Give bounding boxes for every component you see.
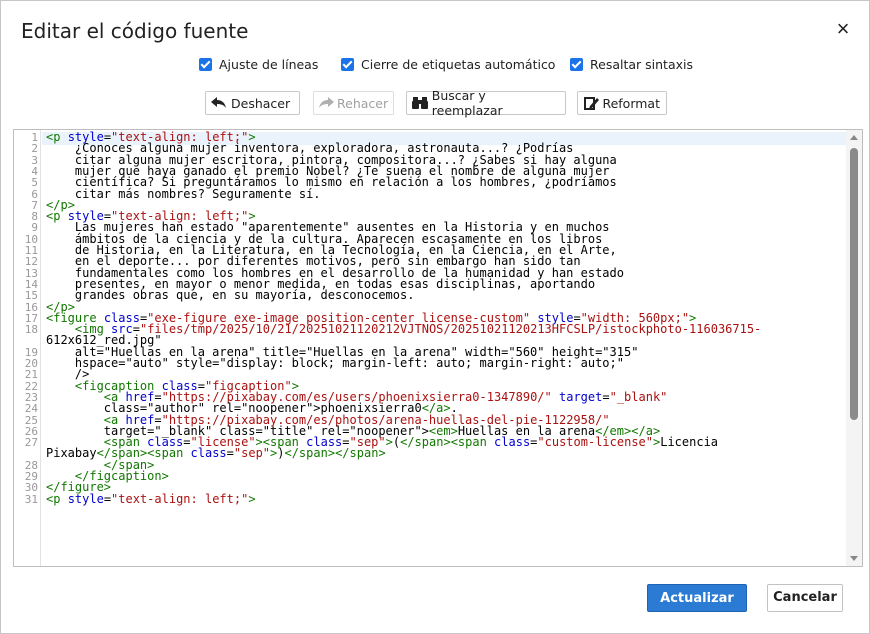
undo-icon	[210, 95, 228, 111]
line-number: 18	[24, 323, 38, 337]
vertical-scrollbar[interactable]	[846, 130, 862, 566]
option-label: Ajuste de líneas	[219, 57, 319, 72]
line-number: 12	[24, 255, 38, 269]
line-number: 2	[31, 142, 38, 156]
close-icon[interactable]: ×	[833, 18, 853, 40]
reformat-button[interactable]: Reformat	[577, 91, 667, 115]
code-line[interactable]: citar más nombres? Seguramente sí.	[46, 187, 321, 200]
line-number: 9	[31, 221, 38, 235]
redo-label: Rehacer	[337, 95, 389, 111]
line-number: 21	[24, 368, 38, 382]
line-number: 27	[24, 436, 38, 450]
update-button[interactable]: Actualizar	[647, 584, 747, 612]
dialog-title: Editar el código fuente	[21, 19, 249, 43]
cancel-button[interactable]: Cancelar	[767, 584, 843, 612]
code-line[interactable]: hspace="auto" style="display: block; mar…	[46, 357, 624, 369]
line-number: 5	[31, 176, 38, 190]
option-syntax-highlight[interactable]: Resaltar sintaxis	[570, 57, 693, 72]
checkbox-icon[interactable]	[341, 58, 354, 71]
search-replace-button[interactable]: Buscar y reemplazar	[406, 88, 566, 118]
source-code-dialog: Editar el código fuente × Ajuste de líne…	[0, 0, 870, 634]
option-line-wrap[interactable]: Ajuste de líneas	[199, 57, 318, 72]
search-label: Buscar y reemplazar	[431, 88, 503, 118]
undo-button[interactable]: Deshacer	[205, 91, 300, 115]
option-label: Resaltar sintaxis	[590, 57, 693, 72]
redo-icon	[318, 95, 334, 111]
scroll-up-icon[interactable]	[850, 135, 858, 140]
scrollbar-thumb[interactable]	[850, 148, 858, 420]
options-bar: Ajuste de líneas Cierre de etiquetas aut…	[1, 57, 870, 75]
scroll-down-icon[interactable]	[850, 556, 858, 561]
editor-toolbar: Deshacer Rehacer Buscar y reemplazar Ref…	[1, 88, 870, 118]
code-line[interactable]: grandes obras que, en su mayoría, descon…	[46, 289, 415, 301]
binoculars-icon	[411, 95, 429, 111]
redo-button[interactable]: Rehacer	[313, 91, 394, 115]
option-label: Cierre de etiquetas automático	[361, 57, 556, 72]
code-editor[interactable]: 1 <p style="text-align: left;"> 2 ¿Conoces…	[13, 129, 863, 567]
edit-document-icon	[582, 95, 599, 111]
reformat-label: Reformat	[602, 95, 660, 111]
checkbox-icon[interactable]	[199, 58, 212, 71]
option-auto-close-tags[interactable]: Cierre de etiquetas automático	[341, 57, 555, 72]
line-number: 31	[24, 492, 38, 506]
line-number: 15	[24, 289, 38, 303]
line-number: 30	[24, 481, 38, 495]
checkbox-icon[interactable]	[570, 58, 583, 71]
line-number: 24	[24, 402, 38, 416]
code-line[interactable]: <p style="text-align: left;">	[46, 492, 256, 505]
undo-label: Deshacer	[231, 95, 291, 111]
